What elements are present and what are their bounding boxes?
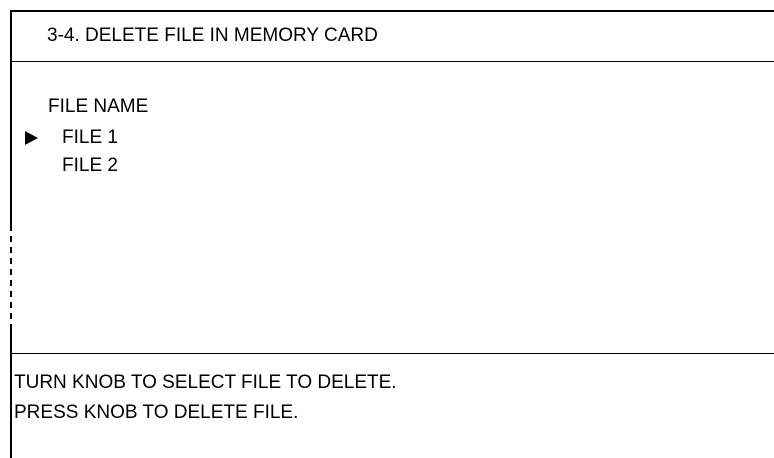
file-list-item[interactable]: FILE 2: [25, 152, 118, 180]
file-list-header: FILE NAME: [48, 96, 149, 117]
frame-left-border-lower: [10, 325, 12, 458]
instructions-divider: [10, 353, 774, 354]
file-list-item[interactable]: FILE 1: [25, 124, 118, 152]
frame-left-border: [10, 10, 12, 225]
file-list: FILE 1 FILE 2: [25, 124, 118, 180]
file-item-label: FILE 1: [62, 127, 118, 148]
selection-cursor-icon: [25, 131, 38, 145]
title-divider: [10, 61, 774, 62]
frame-left-dashed-border: [10, 225, 12, 325]
screen-title: 3-4. DELETE FILE IN MEMORY CARD: [47, 25, 378, 46]
frame-top-border: [10, 10, 774, 12]
instructions-panel: TURN KNOB TO SELECT FILE TO DELETE. PRES…: [14, 368, 397, 428]
instruction-line-select: TURN KNOB TO SELECT FILE TO DELETE.: [14, 372, 397, 393]
instruction-line-delete: PRESS KNOB TO DELETE FILE.: [14, 402, 299, 423]
file-item-label: FILE 2: [62, 155, 118, 176]
